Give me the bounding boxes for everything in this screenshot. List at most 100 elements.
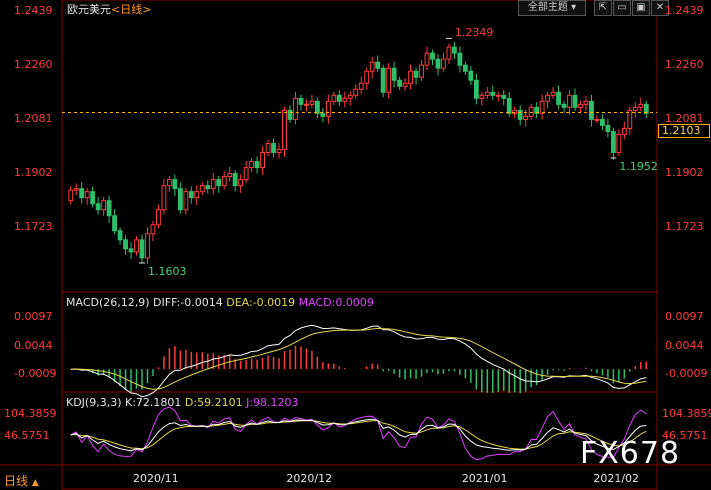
candle-body (227, 173, 233, 178)
candle-body (397, 79, 403, 87)
candle-body (194, 191, 200, 199)
candle-body (375, 61, 381, 69)
price-tick-right: 1.2081 (665, 112, 704, 126)
candle-body (545, 94, 551, 102)
candle-body (583, 100, 589, 105)
theme-label: 全部主题 (527, 2, 568, 13)
candle-body (347, 94, 353, 99)
candle-body (309, 100, 315, 105)
candle-body (199, 185, 205, 193)
candle-body (166, 179, 172, 187)
candle-body (134, 239, 139, 253)
candle-body (501, 94, 507, 99)
candle-body (462, 64, 468, 72)
candle-body (380, 67, 386, 93)
candle-body (468, 70, 474, 81)
minimize-icon[interactable]: ▭ (613, 0, 631, 16)
kdj-name: KDJ(9,3,3) (66, 396, 122, 409)
candle-body (68, 189, 74, 202)
candle-body (550, 91, 556, 96)
price-tick-right: 1.2439 (665, 4, 704, 18)
date-tick: 2021/01 (461, 472, 508, 485)
candle-body (128, 248, 134, 253)
price-annotation: 1.2349 (454, 26, 494, 40)
instrument-name: 欧元美元 (67, 3, 111, 16)
macd-tick-right: -0.0009 (665, 367, 708, 380)
candle-body (320, 112, 326, 117)
price-tick-left: 1.2081 (14, 112, 53, 126)
candle-body (331, 94, 337, 102)
candle-body (183, 191, 189, 211)
macd-tick-right: 0.0044 (665, 338, 704, 352)
candle-body (391, 67, 397, 81)
candle-body (523, 115, 529, 120)
candle-body (139, 239, 145, 259)
candle-body (238, 179, 244, 187)
date-tick: 2020/12 (286, 472, 333, 485)
candle-body (594, 118, 600, 121)
price-tick-right: 1.2260 (665, 58, 704, 72)
candle-body (260, 152, 265, 169)
period-tab-arrow: ▲ (31, 478, 39, 488)
candle-body (490, 91, 496, 96)
candle-body (156, 209, 161, 226)
candle-body (479, 94, 485, 99)
price-tick-left: 1.1902 (14, 165, 53, 179)
macd-tick-left: 0.0097 (14, 309, 53, 323)
candle-body (79, 188, 85, 199)
price-annotation: 1.1952 (619, 159, 658, 173)
period-tab[interactable]: 日线 ▲ (4, 472, 39, 489)
candle-body (150, 224, 156, 235)
maximize-icon[interactable]: ▣ (632, 0, 650, 16)
candle-body (599, 118, 605, 126)
date-tick: 2020/11 (132, 472, 179, 485)
kdj-tick-right: 104.3859 (662, 406, 711, 420)
date-tick: 2021/02 (593, 472, 640, 485)
chart-canvas (0, 0, 711, 490)
candle-body (282, 109, 287, 151)
candle-body (473, 79, 479, 99)
candle-body (353, 88, 359, 96)
candle-body (561, 103, 567, 108)
candle-body (419, 64, 424, 78)
candle-body (84, 191, 90, 199)
candle-body (441, 58, 446, 69)
candle-body (402, 82, 408, 87)
candle-body (249, 161, 255, 169)
candle-body (430, 52, 435, 60)
candle-body (123, 239, 128, 250)
full-icon[interactable]: ⇱ (594, 0, 612, 16)
candle-body (627, 109, 633, 129)
candle-body (424, 52, 430, 66)
candle-body (572, 94, 578, 108)
candle-body (276, 149, 282, 154)
macd-header: MACD(26,12,9) DIFF:-0.0014 DEA:-0.0019 M… (66, 296, 374, 309)
candle-body (271, 142, 276, 154)
candle-body (589, 100, 594, 120)
period-tab-label: 日线 (4, 474, 29, 488)
candle-body (446, 46, 452, 60)
candle-body (90, 191, 96, 205)
d-line (70, 420, 647, 450)
candle-body (369, 61, 375, 72)
candle-body (117, 230, 123, 241)
candle-body (216, 179, 222, 187)
candle-body (287, 109, 293, 120)
candle-body (95, 203, 101, 211)
chart-frame (61, 0, 658, 490)
theme-dropdown-button[interactable]: 全部主题 ▾ (518, 0, 586, 16)
candle-body (145, 233, 150, 259)
candle-body (621, 127, 627, 135)
diff-line (70, 324, 647, 398)
kdj-tick-left: 104.3859 (4, 406, 57, 420)
d-value: D:59.2101 (184, 396, 243, 409)
candle-body (205, 185, 211, 190)
candle-body (556, 91, 561, 105)
candle-body (638, 103, 644, 108)
candle-body (177, 188, 183, 211)
price-tick-left: 1.1723 (14, 219, 53, 233)
candle-body (221, 176, 227, 187)
candle-body (517, 109, 523, 120)
candle-body (342, 97, 348, 102)
j-value: J:98.1203 (246, 396, 299, 409)
